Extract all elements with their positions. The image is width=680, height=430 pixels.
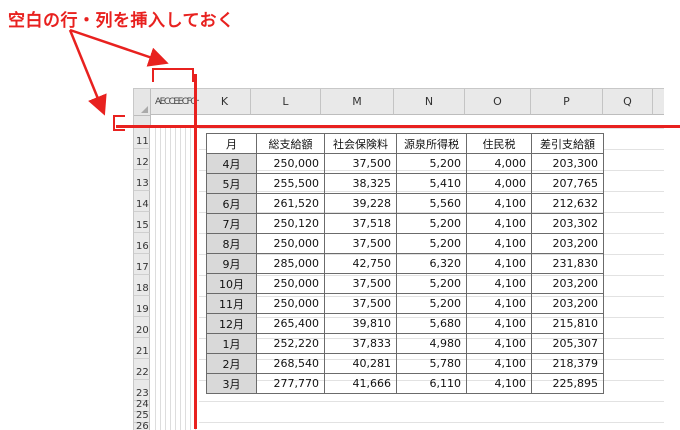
arrow-to-column-icon — [69, 28, 169, 67]
arrow-to-row-icon — [68, 29, 107, 116]
annotation-arrows — [68, 28, 169, 116]
